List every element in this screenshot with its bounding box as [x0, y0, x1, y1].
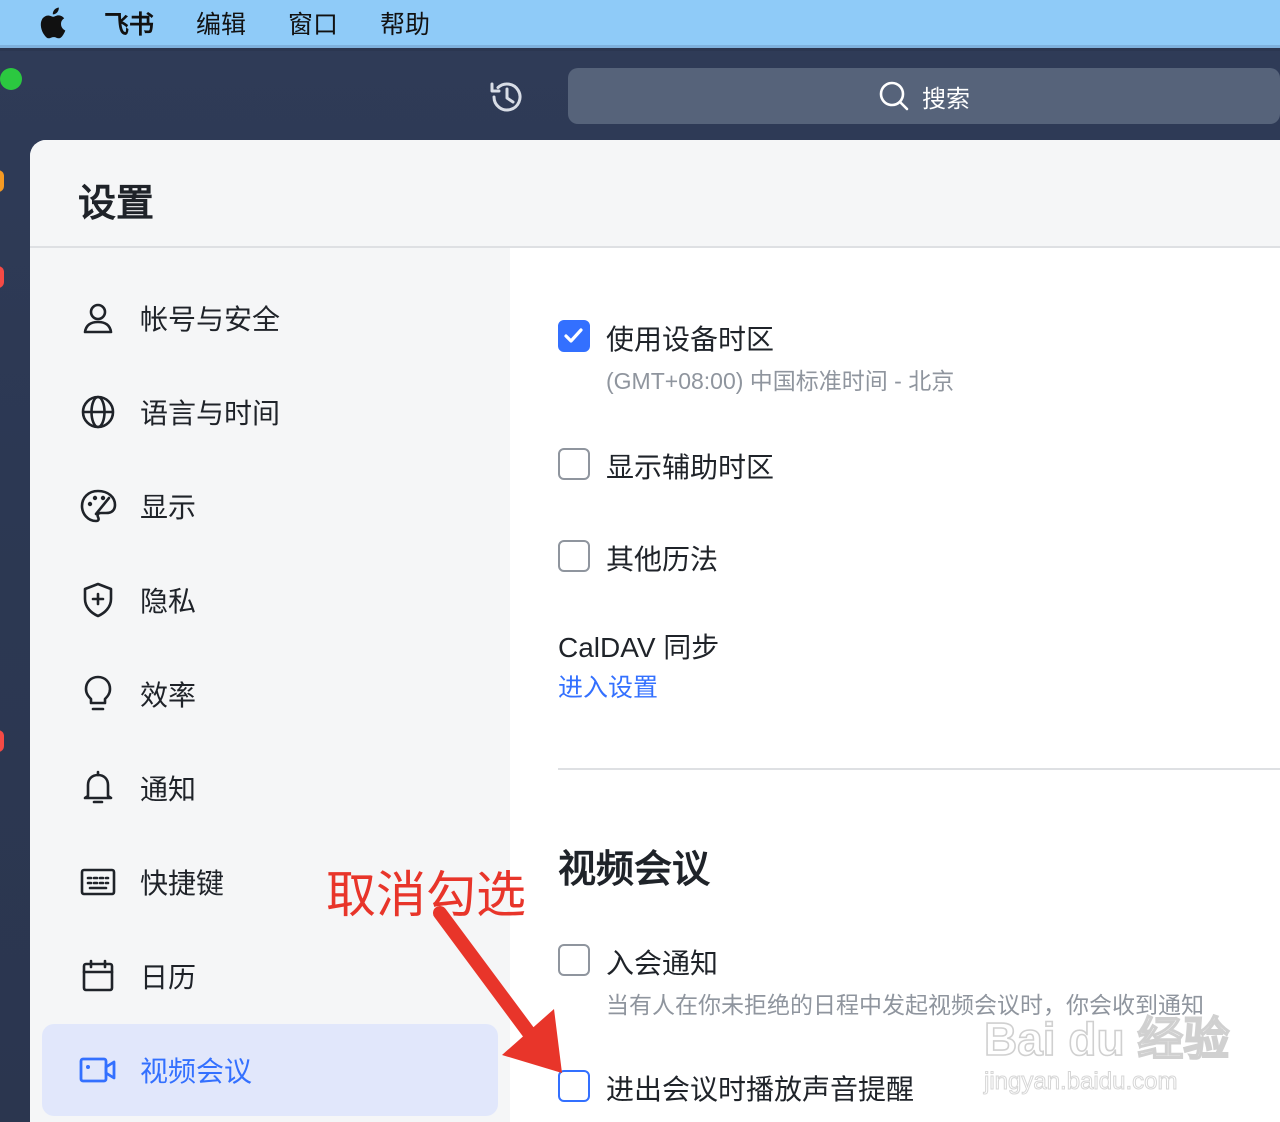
search-icon: [879, 81, 909, 111]
sidebar-item-label: 隐私: [140, 586, 197, 617]
menu-bar: 飞书 编辑 窗口 帮助: [0, 0, 1280, 48]
settings-header: 设置: [30, 140, 1280, 248]
window-zoom-button[interactable]: [0, 68, 22, 90]
secondary-timezone-checkbox[interactable]: [558, 448, 590, 480]
device-timezone-checkbox[interactable]: [558, 320, 590, 352]
shield-icon: [78, 580, 118, 620]
baidu-watermark: Bai du 经验 jingyan.baidu.com: [982, 1003, 1242, 1103]
sidebar-item-display[interactable]: 显示: [42, 460, 498, 552]
globe-icon: [78, 392, 118, 432]
video-section-title: 视频会议: [558, 849, 711, 891]
menu-app-name[interactable]: 飞书: [104, 5, 154, 41]
apple-logo-icon[interactable]: [38, 6, 66, 40]
page-title: 设置: [78, 183, 155, 225]
section-divider: [558, 768, 1280, 770]
sidebar-item-label: 语言与时间: [140, 398, 281, 429]
menu-help[interactable]: 帮助: [380, 5, 430, 41]
sidebar-item-language-time[interactable]: 语言与时间: [42, 366, 498, 458]
sidebar-item-privacy[interactable]: 隐私: [42, 554, 498, 646]
bell-icon: [78, 768, 118, 808]
sidebar-item-label: 快捷键: [140, 868, 225, 899]
sidebar-item-efficiency[interactable]: 效率: [42, 648, 498, 740]
sidebar-item-label: 视频会议: [140, 1056, 253, 1087]
menu-edit[interactable]: 编辑: [196, 5, 246, 41]
caldav-label: CalDAV 同步: [558, 632, 720, 663]
sidebar-item-label: 帐号与安全: [140, 304, 281, 335]
keyboard-icon: [78, 862, 118, 902]
calendar-icon: [78, 956, 118, 996]
checkmark-icon: [564, 328, 583, 343]
sidebar-item-label: 通知: [140, 774, 197, 805]
user-icon: [78, 298, 118, 338]
sidebar-item-label: 效率: [140, 680, 197, 711]
baidu-paw-icon: Bai du 经验 jingyan.baidu.com: [983, 1012, 1231, 1095]
join-notice-label: 入会通知: [606, 948, 719, 979]
history-icon[interactable]: [486, 76, 528, 118]
svg-text:Bai du 经验: Bai du 经验: [984, 1013, 1229, 1065]
sidebar-item-account-security[interactable]: 帐号与安全: [42, 272, 498, 364]
bulb-icon: [78, 674, 118, 714]
caldav-settings-link[interactable]: 进入设置: [558, 668, 658, 704]
svg-text:jingyan.baidu.com: jingyan.baidu.com: [983, 1068, 1177, 1095]
search-label: 搜索: [922, 85, 970, 113]
device-timezone-desc: (GMT+08:00) 中国标准时间 - 北京: [606, 368, 955, 394]
settings-dialog: 设置 帐号与安全 语言与时间 显示 隐私 效率 通知 快捷键 日历 视频会议 使…: [30, 140, 1280, 1122]
secondary-timezone-label: 显示辅助时区: [606, 452, 775, 483]
search-bar[interactable]: 搜索: [568, 68, 1280, 124]
sidebar-item-notifications[interactable]: 通知: [42, 742, 498, 834]
device-timezone-label: 使用设备时区: [606, 324, 775, 355]
video-icon: [78, 1050, 118, 1090]
other-calendars-label: 其他历法: [606, 544, 719, 575]
menu-window[interactable]: 窗口: [288, 5, 338, 41]
sound-reminder-label: 进出会议时播放声音提醒: [606, 1074, 915, 1105]
palette-icon: [78, 486, 118, 526]
other-calendars-checkbox[interactable]: [558, 540, 590, 572]
annotation-arrow-icon: [433, 906, 562, 1073]
sidebar-item-label: 日历: [140, 962, 197, 993]
settings-content: 使用设备时区 (GMT+08:00) 中国标准时间 - 北京 显示辅助时区 其他…: [510, 248, 1280, 1122]
sidebar-item-label: 显示: [140, 492, 197, 523]
